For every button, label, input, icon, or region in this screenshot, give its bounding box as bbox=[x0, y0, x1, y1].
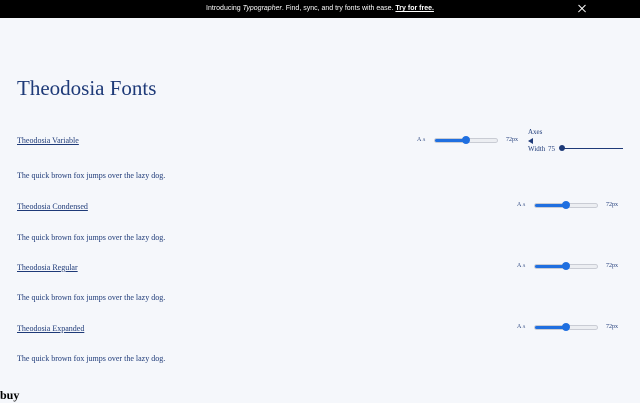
try-for-free-link[interactable]: Try for free. bbox=[395, 5, 434, 12]
font-size-icon: A A bbox=[417, 137, 426, 143]
collapse-axes-icon[interactable] bbox=[528, 138, 533, 144]
banner-text-before: Introducing bbox=[206, 5, 243, 12]
width-axis-label: Width bbox=[528, 145, 546, 153]
font-size-icon: A A bbox=[517, 324, 526, 330]
sample-text-regular: The quick brown fox jumps over the lazy … bbox=[17, 293, 166, 302]
sample-text-expanded: The quick brown fox jumps over the lazy … bbox=[17, 354, 166, 363]
close-icon[interactable] bbox=[576, 3, 588, 15]
font-link-regular[interactable]: Theodosia Regular bbox=[17, 263, 78, 272]
banner-text-after: . Find, sync, and try fonts with ease. bbox=[281, 5, 396, 12]
promo-banner: Introducing Typographer. Find, sync, and… bbox=[0, 0, 640, 18]
axes-label: Axes bbox=[528, 128, 543, 136]
size-value: 72px bbox=[606, 202, 618, 208]
banner-product-name: Typographer bbox=[242, 5, 282, 12]
size-slider-thumb[interactable] bbox=[562, 201, 570, 209]
font-size-icon: A A bbox=[517, 202, 526, 208]
font-size-icon: A A bbox=[517, 263, 526, 269]
page-title: Theodosia Fonts bbox=[17, 76, 157, 100]
width-slider-thumb[interactable] bbox=[559, 145, 565, 151]
sample-text-variable: The quick brown fox jumps over the lazy … bbox=[17, 171, 166, 180]
width-slider-track[interactable] bbox=[562, 148, 623, 149]
size-value: 72px bbox=[506, 137, 518, 143]
font-link-condensed[interactable]: Theodosia Condensed bbox=[17, 202, 88, 211]
footer-word: buy bbox=[0, 388, 20, 402]
size-slider-thumb[interactable] bbox=[462, 136, 470, 144]
width-axis-value: 75 bbox=[548, 145, 555, 153]
size-slider-thumb[interactable] bbox=[562, 262, 570, 270]
size-value: 72px bbox=[606, 263, 618, 269]
sample-text-condensed: The quick brown fox jumps over the lazy … bbox=[17, 233, 166, 242]
size-slider-thumb[interactable] bbox=[562, 323, 570, 331]
font-link-expanded[interactable]: Theodosia Expanded bbox=[17, 324, 84, 333]
font-link-variable[interactable]: Theodosia Variable bbox=[17, 136, 79, 145]
axes-panel: Axes Width 75 bbox=[528, 128, 628, 154]
size-value: 72px bbox=[606, 324, 618, 330]
